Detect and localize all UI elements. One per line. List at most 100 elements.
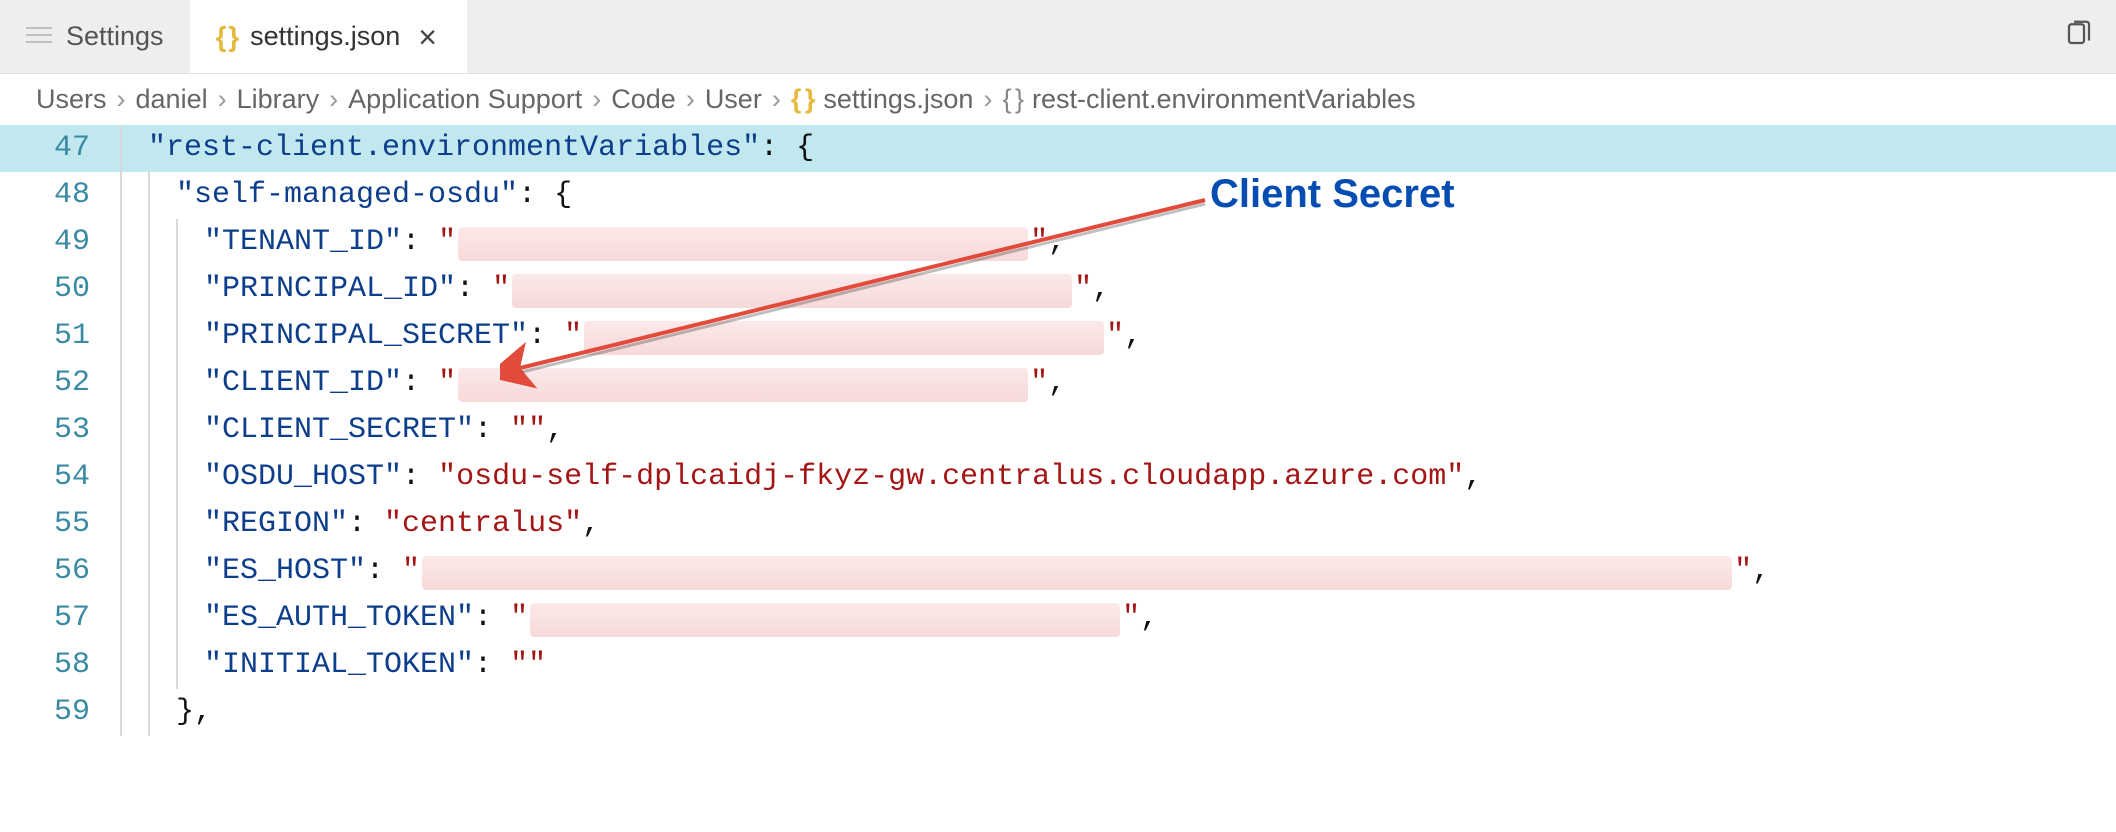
token-punc: :: [402, 460, 438, 494]
close-icon[interactable]: ×: [414, 21, 441, 53]
token-punc: ,: [1048, 225, 1066, 259]
breadcrumb-symbol[interactable]: rest-client.environmentVariables: [1032, 84, 1416, 115]
chevron-right-icon: ›: [117, 84, 126, 115]
token-key: "INITIAL_TOKEN": [204, 648, 474, 682]
code-content[interactable]: "rest-client.environmentVariables": {: [148, 125, 814, 172]
redacted-value: [458, 368, 1028, 402]
token-str: ": [510, 601, 528, 635]
token-punc: ,: [1048, 366, 1066, 400]
tab-settings-json[interactable]: { } settings.json ×: [190, 0, 467, 73]
token-punc: :: [456, 272, 492, 306]
code-line[interactable]: 55 "REGION": "centralus",: [0, 501, 2116, 548]
breadcrumb-segment[interactable]: Application Support: [348, 84, 582, 115]
redacted-value: [458, 227, 1028, 261]
token-str: ": [438, 366, 456, 400]
code-line[interactable]: 50 "PRINCIPAL_ID": "",: [0, 266, 2116, 313]
tab-label: Settings: [66, 21, 164, 52]
breadcrumb-segment[interactable]: Code: [611, 84, 676, 115]
indent-guides: [120, 266, 204, 313]
chevron-right-icon: ›: [772, 84, 781, 115]
breadcrumb-file[interactable]: settings.json: [823, 84, 973, 115]
code-content[interactable]: "CLIENT_ID": "",: [204, 360, 1066, 407]
line-number: 57: [0, 595, 120, 642]
breadcrumb-segment[interactable]: Users: [36, 84, 107, 115]
code-content[interactable]: "self-managed-osdu": {: [176, 172, 572, 219]
token-punc: :: [402, 366, 438, 400]
indent-guides: [120, 454, 204, 501]
token-punc: :: [402, 225, 438, 259]
token-punc: ,: [1752, 554, 1770, 588]
code-line[interactable]: 53"CLIENT_SECRET": "",: [0, 407, 2116, 454]
token-punc: ,: [546, 413, 564, 447]
indent-guides: [120, 642, 204, 689]
code-line[interactable]: 48 "self-managed-osdu": {: [0, 172, 2116, 219]
token-key: "CLIENT_ID": [204, 366, 402, 400]
tab-label: settings.json: [250, 21, 400, 52]
indent-guides: [120, 313, 204, 360]
token-key: "REGION": [204, 507, 348, 541]
code-line[interactable]: 57"ES_AUTH_TOKEN": "",: [0, 595, 2116, 642]
token-punc: :: [474, 648, 510, 682]
token-punc: ,: [1124, 319, 1142, 353]
breadcrumb-segment[interactable]: daniel: [136, 84, 208, 115]
open-changes-icon[interactable]: [2064, 18, 2094, 55]
token-str: ": [492, 272, 510, 306]
chevron-right-icon: ›: [329, 84, 338, 115]
line-number: 55: [0, 501, 120, 548]
code-line[interactable]: 59},: [0, 689, 2116, 736]
token-punc: ,: [1092, 272, 1110, 306]
code-content[interactable]: "OSDU_HOST": "osdu-self-dplcaidj-fkyz-gw…: [204, 454, 1482, 501]
line-number: 49: [0, 219, 120, 266]
token-key: "rest-client.environmentVariables": [148, 131, 760, 165]
indent-guides: [120, 407, 204, 454]
redacted-value: [422, 556, 1732, 590]
code-line[interactable]: 52"CLIENT_ID": "",: [0, 360, 2116, 407]
code-content[interactable]: "PRINCIPAL_ID": "",: [204, 266, 1110, 313]
tab-bar: Settings { } settings.json ×: [0, 0, 2116, 74]
code-content[interactable]: "TENANT_ID": "",: [204, 219, 1066, 266]
token-punc: ,: [582, 507, 600, 541]
line-number: 51: [0, 313, 120, 360]
breadcrumb-segment[interactable]: Library: [237, 84, 320, 115]
code-content[interactable]: "CLIENT_SECRET": "",: [204, 407, 564, 454]
code-line[interactable]: 54"OSDU_HOST": "osdu-self-dplcaidj-fkyz-…: [0, 454, 2116, 501]
line-number: 48: [0, 172, 120, 219]
settings-lines-icon: [26, 27, 52, 47]
indent-guides: [120, 689, 176, 736]
token-str: "centralus": [384, 507, 582, 541]
code-line[interactable]: 49 "TENANT_ID": "",: [0, 219, 2116, 266]
code-line[interactable]: 58 "INITIAL_TOKEN": "": [0, 642, 2116, 689]
json-braces-icon: { }: [791, 84, 814, 115]
token-punc: ,: [1464, 460, 1482, 494]
code-content[interactable]: },: [176, 689, 212, 736]
code-line[interactable]: 47"rest-client.environmentVariables": {: [0, 125, 2116, 172]
indent-guides: [120, 595, 204, 642]
chevron-right-icon: ›: [592, 84, 601, 115]
line-number: 58: [0, 642, 120, 689]
breadcrumb-segment[interactable]: User: [705, 84, 762, 115]
indent-guides: [120, 172, 176, 219]
code-content[interactable]: "ES_AUTH_TOKEN": "",: [204, 595, 1158, 642]
token-str: ": [1122, 601, 1140, 635]
token-punc: :: [366, 554, 402, 588]
tab-settings[interactable]: Settings: [0, 0, 190, 73]
token-str: "": [510, 648, 546, 682]
chevron-right-icon: ›: [983, 84, 992, 115]
token-punc: : {: [518, 178, 572, 212]
code-line[interactable]: 56"ES_HOST": "",: [0, 548, 2116, 595]
token-str: ": [402, 554, 420, 588]
token-str: ": [1734, 554, 1752, 588]
code-content[interactable]: "REGION": "centralus",: [204, 501, 600, 548]
code-content[interactable]: "INITIAL_TOKEN": "": [204, 642, 546, 689]
token-key: "TENANT_ID": [204, 225, 402, 259]
chevron-right-icon: ›: [218, 84, 227, 115]
token-key: "OSDU_HOST": [204, 460, 402, 494]
line-number: 50: [0, 266, 120, 313]
code-line[interactable]: 51 "PRINCIPAL_SECRET": "",: [0, 313, 2116, 360]
token-str: "osdu-self-dplcaidj-fkyz-gw.centralus.cl…: [438, 460, 1464, 494]
token-key: "PRINCIPAL_SECRET": [204, 319, 528, 353]
code-editor[interactable]: 47"rest-client.environmentVariables": {4…: [0, 125, 2116, 736]
token-str: ": [438, 225, 456, 259]
code-content[interactable]: "ES_HOST": "",: [204, 548, 1770, 595]
code-content[interactable]: "PRINCIPAL_SECRET": "",: [204, 313, 1142, 360]
